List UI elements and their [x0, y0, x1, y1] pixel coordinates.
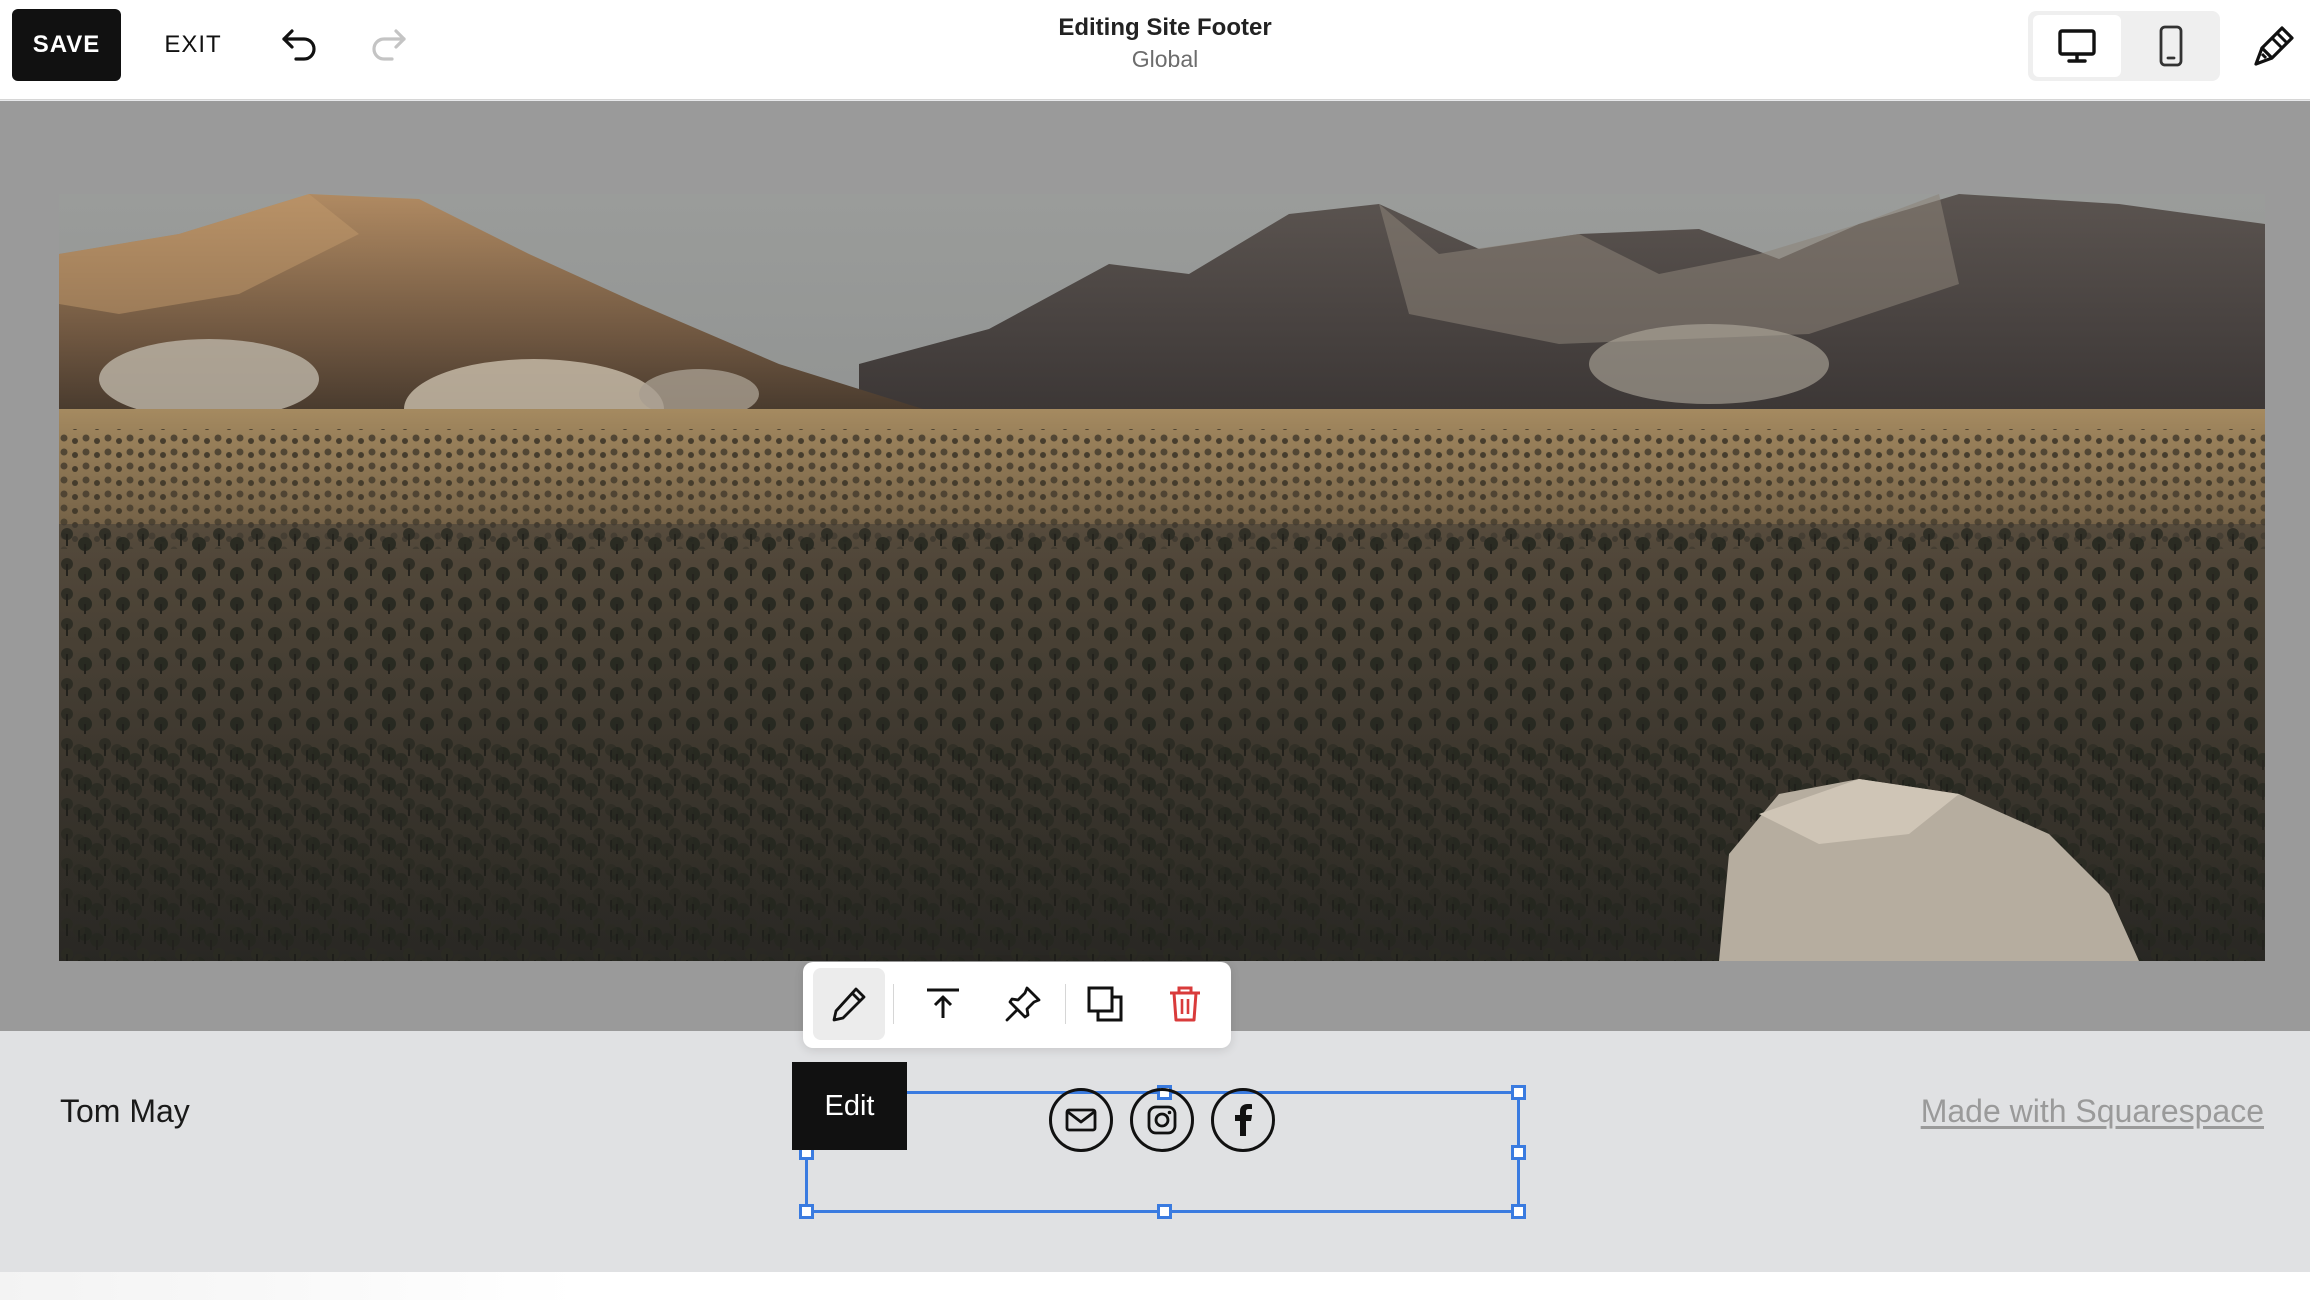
resize-handle-bottom-right[interactable] [1511, 1204, 1526, 1219]
delete-block-button[interactable] [1149, 968, 1221, 1040]
resize-handle-mid-right[interactable] [1511, 1145, 1526, 1160]
pin-block-button[interactable] [987, 968, 1059, 1040]
footer-site-name[interactable]: Tom May [60, 1093, 190, 1130]
editing-scope: Global [1131, 46, 1199, 72]
edit-block-button[interactable] [813, 968, 885, 1040]
block-toolbar [803, 962, 1231, 1048]
save-button[interactable]: SAVE [12, 9, 121, 81]
pencil-icon [832, 987, 866, 1022]
editor-top-bar: SAVE EXIT Editing Site Footer Global [0, 0, 2310, 100]
desktop-icon [2058, 29, 2096, 63]
made-with-squarespace-link[interactable]: Made with Squarespace [1921, 1093, 2264, 1130]
social-links [1049, 1088, 1275, 1152]
move-to-top-button[interactable] [907, 968, 979, 1040]
instagram-link[interactable] [1130, 1088, 1194, 1152]
edit-tooltip: Edit [792, 1062, 907, 1150]
editing-title: Editing Site Footer [1058, 14, 1272, 41]
facebook-link[interactable] [1211, 1088, 1275, 1152]
gallery-section [0, 101, 2310, 1031]
arrow-to-top-icon [927, 988, 959, 1018]
resize-handle-top-right[interactable] [1511, 1085, 1526, 1100]
instagram-icon [1147, 1105, 1177, 1135]
redo-icon [372, 29, 406, 61]
redo-button[interactable] [358, 20, 418, 70]
email-icon [1065, 1108, 1097, 1132]
desktop-view-button[interactable] [2033, 15, 2121, 77]
duplicate-block-button[interactable] [1069, 968, 1141, 1040]
toolbar-divider [1065, 984, 1066, 1024]
mobile-view-button[interactable] [2127, 15, 2215, 77]
undo-button[interactable] [270, 20, 330, 70]
undo-icon [282, 29, 316, 61]
device-view-toggle [2028, 11, 2220, 81]
exit-button[interactable]: EXIT [148, 9, 238, 81]
page-bottom-edge [0, 1272, 2310, 1300]
duplicate-icon [1087, 986, 1123, 1022]
toolbar-divider [893, 984, 894, 1024]
site-styles-button[interactable] [2244, 16, 2304, 76]
desert-landscape-image [59, 194, 2265, 961]
facebook-icon [1235, 1104, 1252, 1136]
resize-handle-bottom-left[interactable] [799, 1204, 814, 1219]
mobile-icon [2159, 25, 2183, 67]
pin-icon [1005, 986, 1041, 1022]
email-link[interactable] [1049, 1088, 1113, 1152]
resize-handle-bottom-center[interactable] [1157, 1204, 1172, 1219]
trash-icon [1170, 986, 1200, 1022]
paintbrush-icon [2254, 26, 2294, 66]
